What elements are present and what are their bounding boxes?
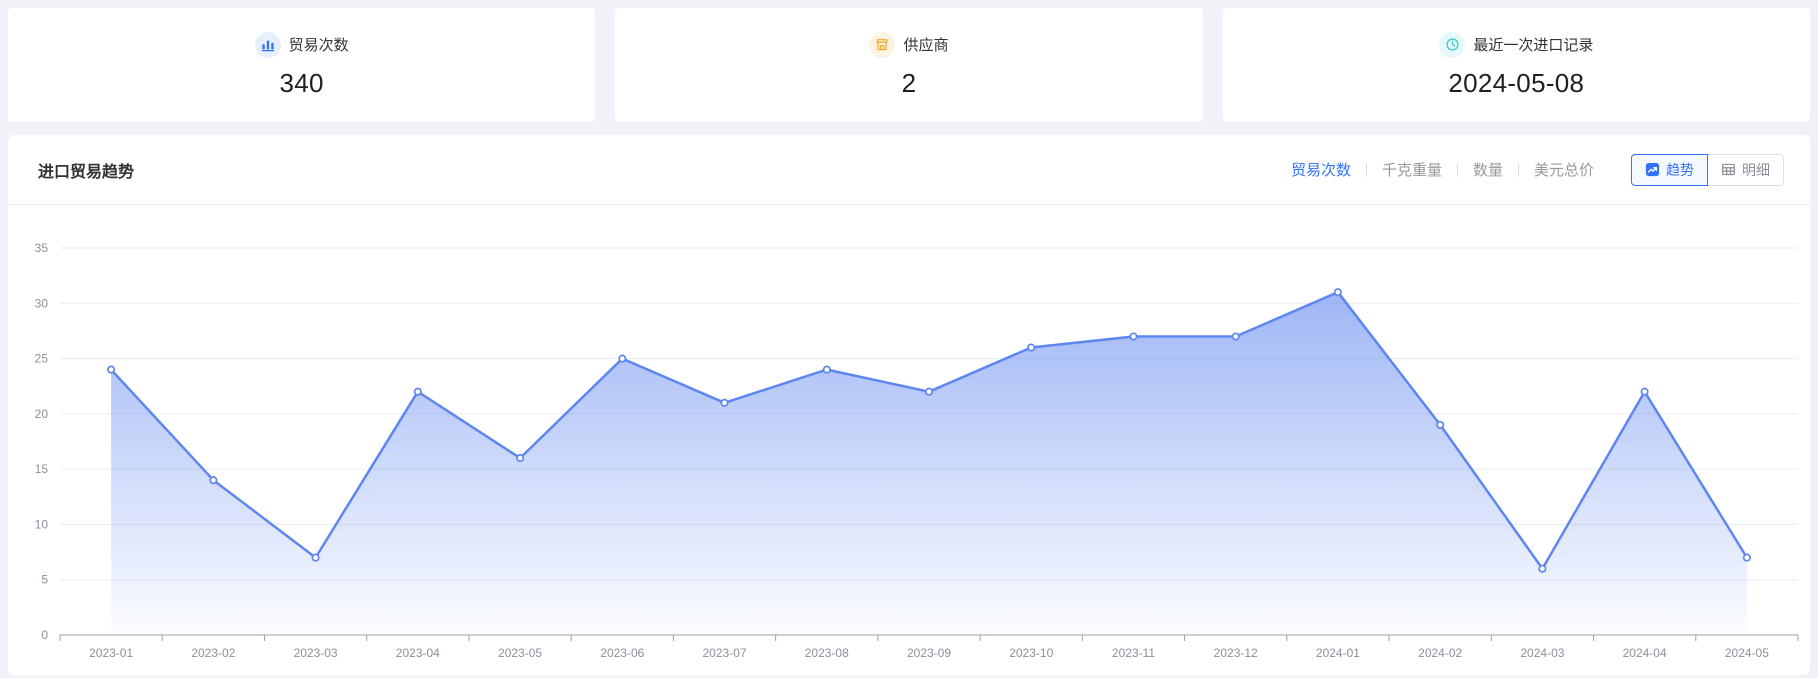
svg-text:2023-11: 2023-11 [1112,646,1155,660]
stat-value: 2024-05-08 [1448,68,1584,99]
data-point[interactable] [721,400,727,406]
detail-view-label: 明细 [1742,160,1770,180]
data-point[interactable] [926,389,932,395]
data-point[interactable] [1028,344,1034,350]
data-point[interactable] [415,389,421,395]
svg-text:2023-08: 2023-08 [805,646,849,660]
svg-text:2023-05: 2023-05 [498,646,542,660]
svg-text:2023-04: 2023-04 [396,646,440,660]
data-point[interactable] [1233,333,1239,339]
tab-trade-count[interactable]: 贸易次数 [1276,159,1366,180]
svg-text:10: 10 [35,517,49,531]
detail-view-button[interactable]: 明细 [1707,154,1784,186]
svg-text:5: 5 [41,573,48,587]
panel-controls: 贸易次数 千克重量 数量 美元总价 趋势 [1276,154,1784,186]
data-point[interactable] [1539,566,1545,572]
x-axis-labels: 2023-01 2023-02 2023-03 2023-04 2023-05 2023-… [89,646,1769,660]
stat-value: 340 [280,68,324,99]
bar-chart-icon [255,32,281,58]
shop-icon [869,32,895,58]
trend-icon [1645,162,1660,177]
svg-text:2023-10: 2023-10 [1009,646,1053,660]
stat-card-last-import: 最近一次进口记录 2024-05-08 [1223,8,1810,122]
table-icon [1721,162,1736,177]
trend-view-label: 趋势 [1666,160,1694,180]
clock-icon [1439,32,1465,58]
tab-quantity[interactable]: 数量 [1458,159,1518,180]
data-point[interactable] [1437,422,1443,428]
stat-label: 最近一次进口记录 [1473,34,1593,55]
trend-chart[interactable]: 051015202530352023-012023-022023-032023-… [8,205,1810,673]
svg-text:2024-05: 2024-05 [1725,646,1769,660]
data-point[interactable] [517,455,523,461]
svg-text:20: 20 [35,407,49,421]
svg-text:2023-02: 2023-02 [191,646,235,660]
data-point[interactable] [1335,289,1341,295]
svg-text:15: 15 [35,462,49,476]
stat-label: 供应商 [903,34,948,55]
data-point[interactable] [824,366,830,372]
area-fill [111,292,1747,635]
svg-text:2023-06: 2023-06 [600,646,644,660]
stat-card-trade-count: 贸易次数 340 [8,8,595,122]
stat-label: 贸易次数 [289,34,349,55]
tab-kg-weight[interactable]: 千克重量 [1367,159,1457,180]
tab-usd-total[interactable]: 美元总价 [1519,159,1609,180]
svg-text:2024-02: 2024-02 [1418,646,1462,660]
svg-text:2023-01: 2023-01 [89,646,133,660]
data-point[interactable] [108,366,114,372]
stat-value: 2 [902,68,917,99]
data-point[interactable] [1641,389,1647,395]
svg-text:2024-04: 2024-04 [1623,646,1667,660]
data-point[interactable] [312,554,318,560]
data-point[interactable] [1744,554,1750,560]
stat-card-suppliers: 供应商 2 [615,8,1202,122]
view-toggle-group: 趋势 明细 [1631,154,1784,186]
y-axis-labels: 0 5 10 15 20 25 30 35 [35,241,49,642]
data-point[interactable] [1130,333,1136,339]
svg-text:30: 30 [35,296,49,310]
data-point[interactable] [210,477,216,483]
metric-tabs: 贸易次数 千克重量 数量 美元总价 [1276,159,1609,180]
svg-text:2023-09: 2023-09 [907,646,951,660]
svg-text:0: 0 [41,628,48,642]
svg-text:2024-03: 2024-03 [1520,646,1564,660]
svg-text:35: 35 [35,241,49,255]
panel-header: 进口贸易趋势 贸易次数 千克重量 数量 美元总价 [8,135,1810,205]
stats-row: 贸易次数 340 供应商 2 最近一次进口记录 [0,0,1818,122]
svg-text:2023-03: 2023-03 [294,646,338,660]
data-point[interactable] [619,355,625,361]
svg-text:2023-12: 2023-12 [1214,646,1258,660]
svg-text:2024-01: 2024-01 [1316,646,1360,660]
svg-text:25: 25 [35,352,49,366]
import-trend-panel: 进口贸易趋势 贸易次数 千克重量 数量 美元总价 [8,135,1810,675]
x-axis-ticks [60,635,1798,641]
svg-text:2023-07: 2023-07 [703,646,747,660]
trend-view-button[interactable]: 趋势 [1631,154,1708,186]
panel-title: 进口贸易趋势 [38,158,134,182]
